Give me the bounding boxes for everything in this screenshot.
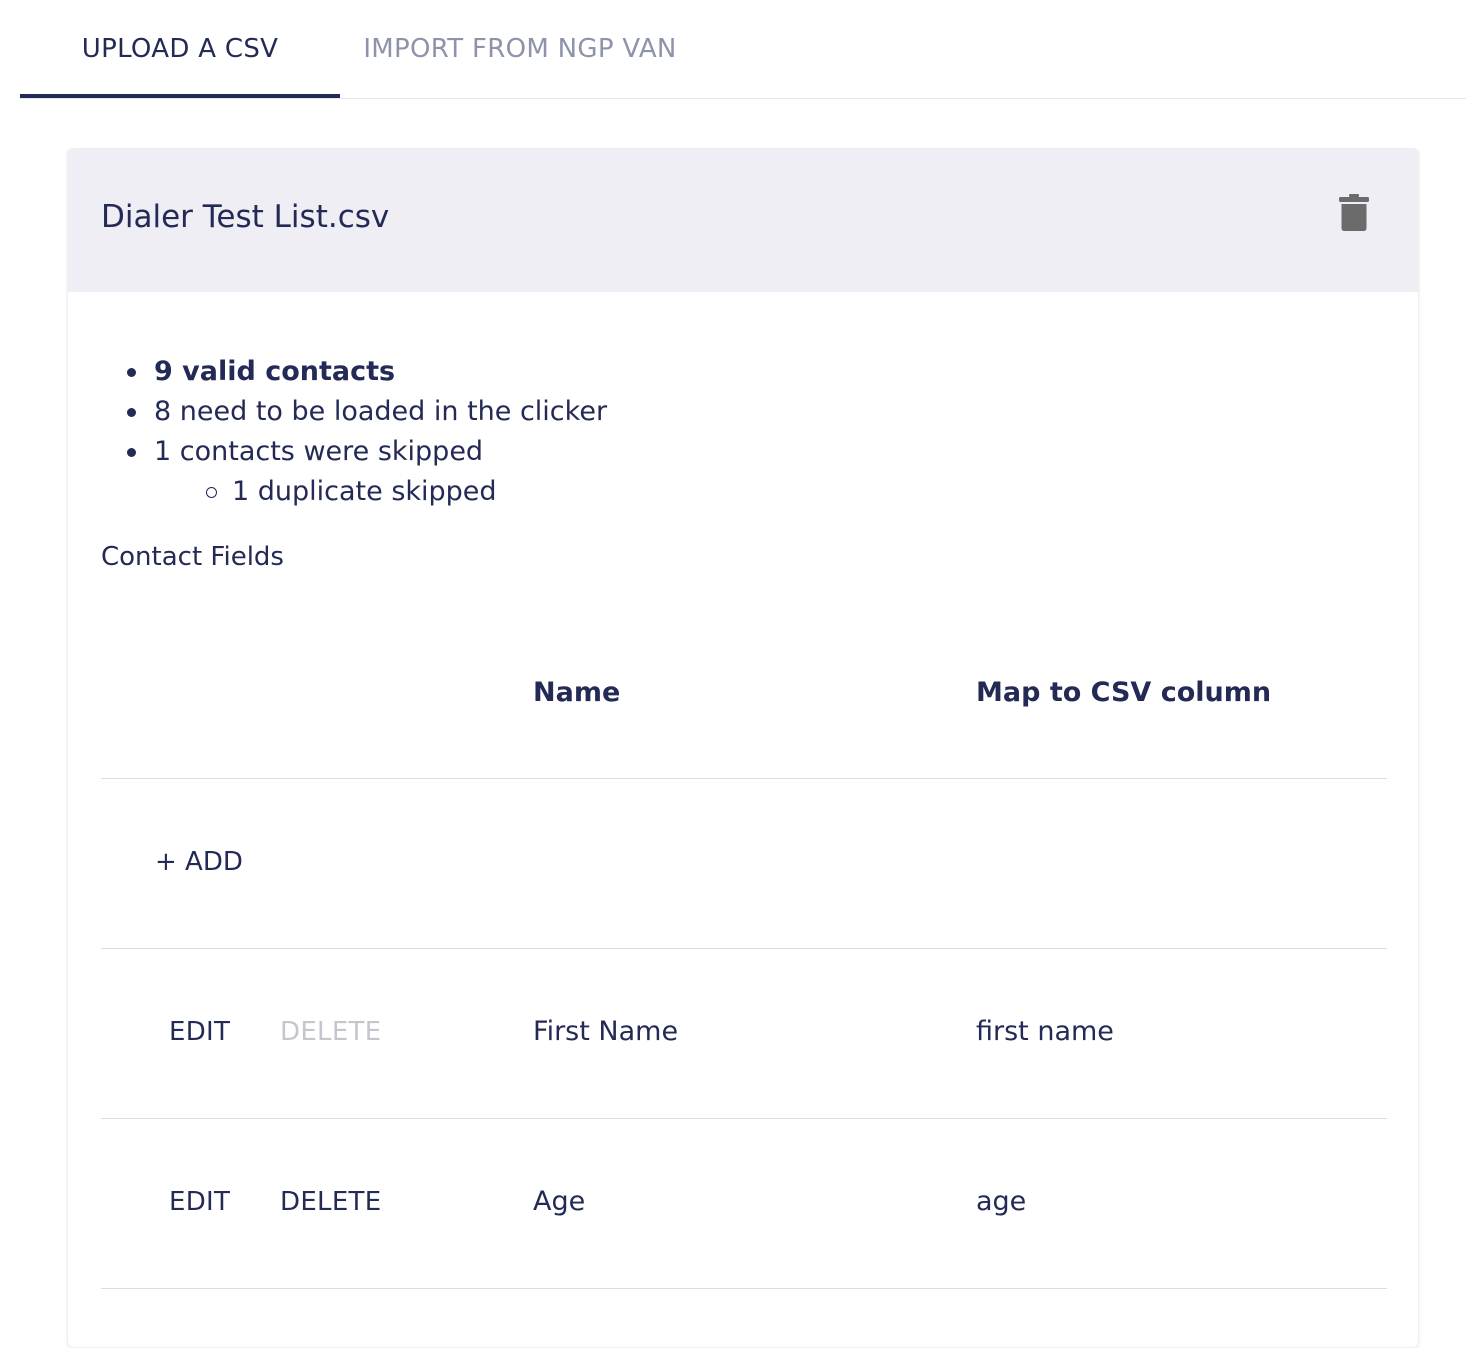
list-item: 8 need to be loaded in the clicker: [127, 392, 608, 432]
contact-fields-heading: Contact Fields: [101, 542, 284, 572]
tab-bar: UPLOAD A CSV IMPORT FROM NGP VAN: [20, 0, 1466, 99]
column-header-name: Name: [533, 677, 621, 708]
tab-upload-csv[interactable]: UPLOAD A CSV: [20, 0, 340, 99]
field-name: Age: [533, 1186, 586, 1217]
circle-bullet-icon: [206, 487, 217, 498]
duplicates-skipped: 1 duplicate skipped: [232, 476, 497, 507]
bullet-icon: [127, 448, 136, 457]
delete-button: DELETE: [280, 1017, 382, 1047]
column-header-map: Map to CSV column: [976, 677, 1272, 708]
bullet-icon: [127, 408, 136, 417]
edit-button[interactable]: EDIT: [169, 1017, 230, 1047]
uploaded-file-card: Dialer Test List.csv 9 valid contacts 8 …: [67, 148, 1419, 1348]
bullet-icon: [127, 368, 136, 377]
table-header: Name Map to CSV column: [101, 609, 1387, 779]
list-item: 9 valid contacts: [127, 352, 607, 392]
field-csv-column: first name: [976, 1016, 1114, 1047]
file-name: Dialer Test List.csv: [101, 199, 390, 235]
tab-upload-csv-label: UPLOAD A CSV: [81, 33, 279, 64]
table-row: EDIT DELETE First Name first name: [101, 949, 1387, 1119]
field-csv-column: age: [976, 1186, 1027, 1217]
edit-button[interactable]: EDIT: [169, 1187, 230, 1217]
list-item: 1 contacts were skipped: [127, 432, 607, 472]
table-row-add: + ADD: [101, 779, 1387, 949]
contact-fields-table: Name Map to CSV column + ADD EDIT DELETE…: [101, 609, 1387, 1289]
list-item: 1 duplicate skipped: [154, 472, 607, 512]
add-field-button[interactable]: + ADD: [155, 847, 243, 877]
contacts-to-load: 8 need to be loaded in the clicker: [154, 396, 608, 427]
trash-icon: [1339, 194, 1369, 231]
file-header: Dialer Test List.csv: [68, 149, 1418, 292]
delete-button[interactable]: DELETE: [280, 1187, 381, 1217]
upload-stats-list: 9 valid contacts 8 need to be loaded in …: [127, 352, 608, 512]
tab-import-ngp-van-label: IMPORT FROM NGP VAN: [363, 33, 677, 64]
field-name: First Name: [533, 1016, 679, 1047]
active-tab-indicator: [20, 94, 340, 98]
table-row: EDIT DELETE Age age: [101, 1119, 1387, 1289]
tab-import-ngp-van[interactable]: IMPORT FROM NGP VAN: [340, 0, 700, 99]
contacts-skipped: 1 contacts were skipped: [154, 436, 484, 467]
delete-file-button[interactable]: [1330, 189, 1378, 237]
valid-contacts-count: 9 valid contacts: [154, 356, 396, 387]
